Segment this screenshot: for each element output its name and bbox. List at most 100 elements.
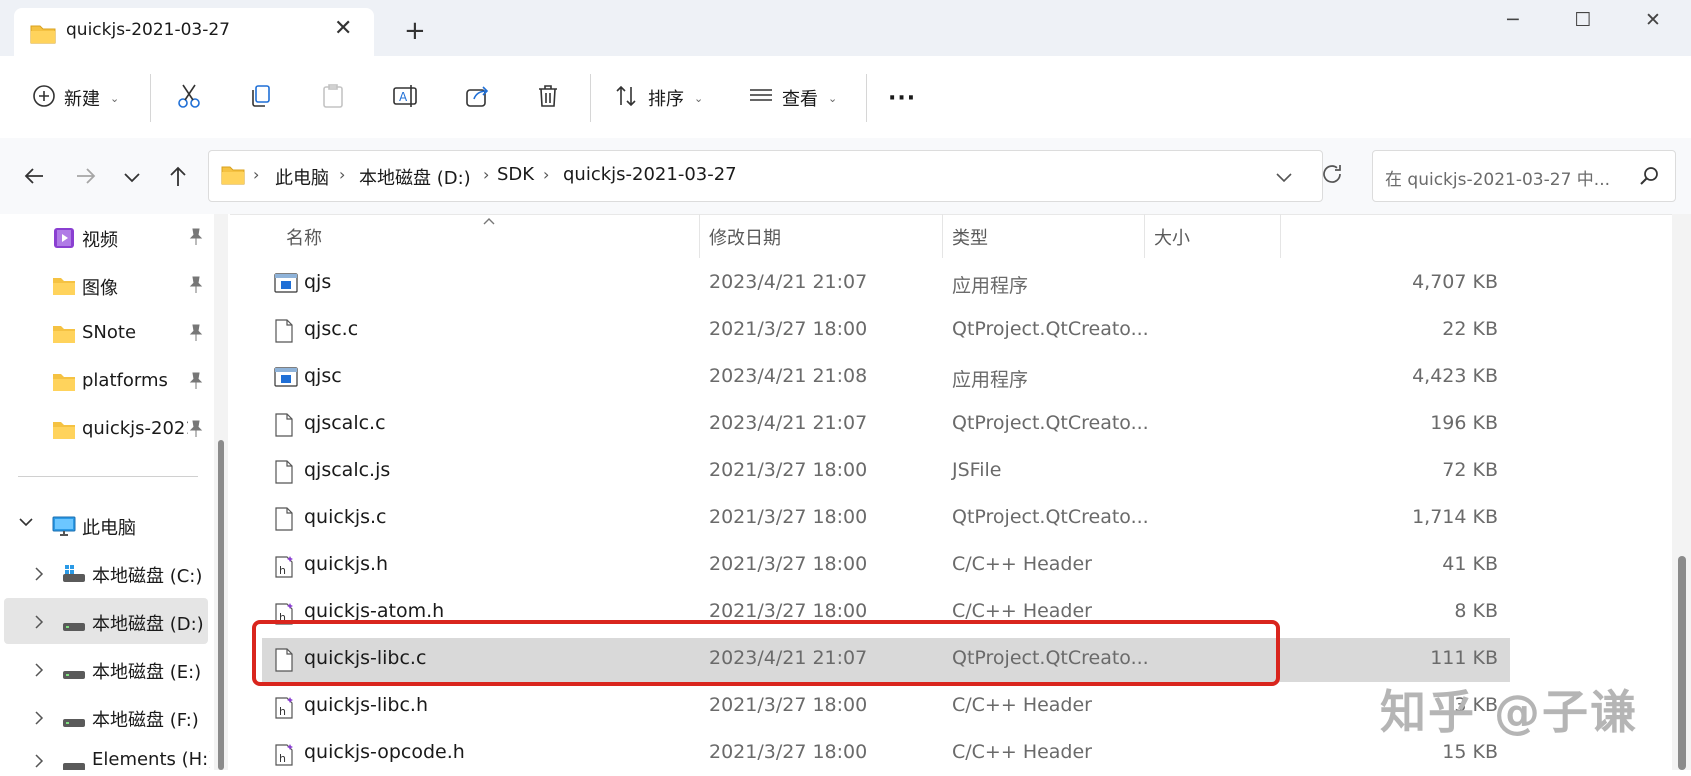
more-options-button[interactable]: ··· <box>888 80 916 116</box>
file-name: quickjs-opcode.h <box>304 741 465 763</box>
chevron-right-icon: › <box>253 165 260 184</box>
file-size: 72 KB <box>1442 459 1498 481</box>
sort-label: 排序 <box>648 89 684 110</box>
chevron-down-icon <box>123 167 141 189</box>
toolbar-divider <box>866 74 867 122</box>
sidebar-item-drive-d[interactable]: 本地磁盘 (D:) <box>0 602 210 642</box>
list-view-icon <box>748 84 774 113</box>
rename-button[interactable]: A <box>392 80 420 116</box>
video-folder-icon <box>52 226 76 255</box>
tab-close-icon[interactable]: ✕ <box>334 16 352 41</box>
file-row[interactable]: qjsc.c 2021/3/27 18:00 QtProject.QtCreato.… <box>262 309 1510 353</box>
breadcrumb-drive-d[interactable]: 本地磁盘 (D:) <box>359 164 471 190</box>
file-size: 196 KB <box>1430 412 1498 434</box>
file-type: 应用程序 <box>952 275 1029 297</box>
toolbar-divider <box>590 74 591 122</box>
sidebar-scrollbar-thumb[interactable] <box>218 440 224 770</box>
folder-icon <box>30 23 56 50</box>
sidebar-item-drive-e[interactable]: 本地磁盘 (E:) <box>0 650 210 690</box>
minimize-button[interactable]: ─ <box>1478 0 1548 40</box>
tab-active[interactable]: quickjs-2021-03-27 ✕ <box>14 8 374 56</box>
column-header-date[interactable]: 修改日期 <box>709 224 781 250</box>
column-divider[interactable] <box>1144 214 1145 258</box>
sidebar-item-pictures[interactable]: 图像 <box>0 266 210 306</box>
file-row[interactable]: qjscalc.js 2021/3/27 18:00 JSFile 72 KB <box>262 450 1510 494</box>
chevron-down-icon: ⌄ <box>694 91 704 105</box>
search-input[interactable]: 在 quickjs-2021-03-27 中... <box>1385 165 1635 190</box>
chevron-down-icon: ⌄ <box>828 91 838 105</box>
column-header-name[interactable]: 名称 <box>286 224 322 250</box>
pin-icon <box>188 228 204 251</box>
column-divider[interactable] <box>699 214 700 258</box>
column-header-type[interactable]: 类型 <box>952 224 988 250</box>
search-box[interactable]: 在 quickjs-2021-03-27 中... <box>1372 150 1676 202</box>
file-row[interactable]: h quickjs.h 2021/3/27 18:00 C/C++ Header 41 … <box>262 544 1510 588</box>
file-list-scrollbar-thumb[interactable] <box>1678 556 1686 770</box>
sidebar-item-quickjs[interactable]: quickjs-2021-03-27 <box>0 410 210 450</box>
maximize-button[interactable]: ☐ <box>1548 0 1618 40</box>
file-name: qjsc <box>304 365 342 387</box>
close-icon: ✕ <box>1645 9 1661 31</box>
refresh-button[interactable] <box>1320 162 1344 191</box>
sidebar-item-label: Elements (H:) <box>92 749 210 770</box>
share-button[interactable] <box>464 80 490 116</box>
refresh-icon <box>1320 165 1344 191</box>
copy-button[interactable] <box>248 80 274 116</box>
file-row[interactable]: h quickjs-opcode.h 2021/3/27 18:00 C/C++ He… <box>262 732 1510 776</box>
close-window-button[interactable]: ✕ <box>1618 0 1688 40</box>
file-row[interactable]: qjsc 2023/4/21 21:08 应用程序 4,423 KB <box>262 356 1510 400</box>
sidebar-item-label: 图像 <box>82 278 118 299</box>
application-icon <box>274 272 298 299</box>
header-file-icon: h <box>274 554 296 583</box>
column-divider[interactable] <box>1280 214 1281 258</box>
file-row[interactable]: h quickjs-libc.h 2021/3/27 18:00 C/C++ Head… <box>262 685 1510 729</box>
file-name: qjsc.c <box>304 318 359 340</box>
sidebar-item-videos[interactable]: 视频 <box>0 218 210 258</box>
new-tab-button[interactable]: + <box>404 18 426 44</box>
file-row[interactable]: qjs 2023/4/21 21:07 应用程序 4,707 KB <box>262 262 1510 306</box>
sidebar-item-drive-c[interactable]: 本地磁盘 (C:) <box>0 554 210 594</box>
breadcrumb-quickjs[interactable]: quickjs-2021-03-27 <box>563 164 737 185</box>
sidebar-item-platforms[interactable]: platforms <box>0 362 210 402</box>
up-button[interactable] <box>160 160 196 196</box>
paste-button[interactable] <box>320 80 346 116</box>
file-name: quickjs.h <box>304 553 389 575</box>
breadcrumb-sdk[interactable]: SDK <box>497 164 534 185</box>
file-icon <box>274 319 294 348</box>
file-type: C/C++ Header <box>952 741 1092 763</box>
folder-icon <box>52 372 76 397</box>
folder-icon <box>221 165 245 190</box>
sidebar-item-drive-h[interactable]: Elements (H:) <box>0 746 210 770</box>
drive-icon <box>62 712 86 734</box>
file-date: 2021/3/27 18:00 <box>709 459 868 481</box>
column-divider[interactable] <box>942 214 943 258</box>
new-button[interactable]: 新建 ⌄ <box>32 80 119 116</box>
sidebar-item-snote[interactable]: SNote <box>0 314 210 354</box>
cut-button[interactable] <box>176 80 202 116</box>
sidebar-item-label: quickjs-2021-03-27 <box>82 418 188 439</box>
file-type: C/C++ Header <box>952 694 1092 716</box>
back-button[interactable] <box>16 160 52 196</box>
address-bar[interactable]: › 此电脑 › 本地磁盘 (D:) › SDK › quickjs-2021-0… <box>208 150 1323 202</box>
recent-locations-button[interactable] <box>114 160 150 196</box>
file-name: quickjs-atom.h <box>304 600 445 622</box>
column-header-size[interactable]: 大小 <box>1154 224 1190 250</box>
file-date: 2023/4/21 21:07 <box>709 271 868 293</box>
view-button[interactable]: 查看 ⌄ <box>748 80 837 116</box>
drive-icon <box>62 664 86 686</box>
file-row[interactable]: qjscalc.c 2023/4/21 21:07 QtProject.QtCrea… <box>262 403 1510 447</box>
arrow-right-icon <box>75 166 97 191</box>
chevron-right-icon <box>34 565 44 587</box>
sidebar-item-this-pc[interactable]: 此电脑 <box>0 506 210 546</box>
sort-button[interactable]: 排序 ⌄ <box>614 80 703 116</box>
pin-icon <box>188 420 204 443</box>
address-dropdown-icon[interactable] <box>1275 167 1293 189</box>
pin-icon <box>188 372 204 395</box>
delete-button[interactable] <box>536 80 560 116</box>
file-icon <box>274 507 294 536</box>
sidebar-item-drive-f[interactable]: 本地磁盘 (F:) <box>0 698 210 738</box>
file-row[interactable]: quickjs.c 2021/3/27 18:00 QtProject.QtCrea… <box>262 497 1510 541</box>
breadcrumb-this-pc[interactable]: 此电脑 <box>275 164 329 190</box>
forward-button[interactable] <box>68 160 104 196</box>
scissors-icon <box>176 83 202 114</box>
